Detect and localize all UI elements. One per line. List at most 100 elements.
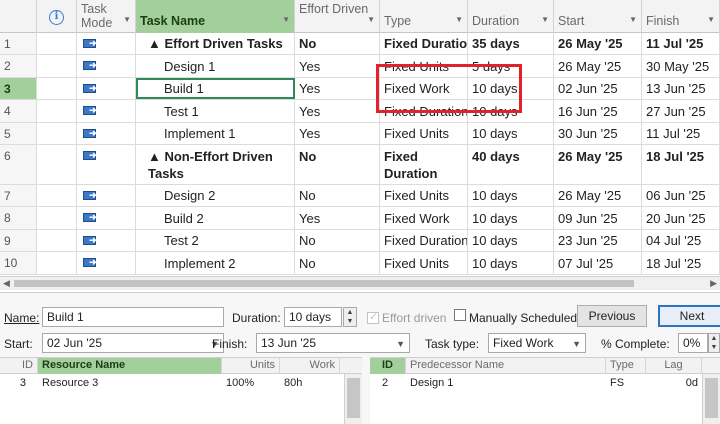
- spin-down-icon[interactable]: ▼: [709, 343, 719, 352]
- task-name-cell[interactable]: Test 2: [136, 230, 295, 251]
- task-duration-cell[interactable]: 10 days: [468, 207, 554, 229]
- scrollbar-thumb[interactable]: [14, 280, 634, 287]
- task-duration-cell[interactable]: 10 days: [468, 230, 554, 251]
- next-button[interactable]: Next: [658, 305, 720, 327]
- chevron-down-icon[interactable]: ▼: [396, 337, 405, 351]
- scroll-left-icon[interactable]: ◀: [3, 278, 10, 289]
- chevron-down-icon[interactable]: ▼: [123, 13, 131, 27]
- header-task-mode[interactable]: Task Mode ▼: [77, 0, 136, 33]
- row-number[interactable]: 9: [0, 230, 37, 251]
- task-row[interactable]: 2 ➜ Design 1 Yes Fixed Units 5 days 26 May '25…: [0, 55, 720, 78]
- task-type-cell[interactable]: Fixed Units: [380, 55, 468, 77]
- task-duration-cell[interactable]: 35 days: [468, 33, 554, 54]
- task-duration-cell[interactable]: 10 days: [468, 123, 554, 144]
- task-row[interactable]: 8 ➜ Build 2 Yes Fixed Work 10 days 09 Jun '25 2…: [0, 207, 720, 230]
- task-finish-cell[interactable]: 27 Jun '25: [642, 100, 720, 122]
- task-row[interactable]: 10 ➜ Implement 2 No Fixed Units 10 days 07 Jul…: [0, 252, 720, 275]
- previous-button[interactable]: Previous: [577, 305, 647, 327]
- chevron-down-icon[interactable]: ▼: [541, 13, 549, 27]
- task-mode-cell[interactable]: ➜: [77, 123, 136, 144]
- task-duration-cell[interactable]: 10 days: [468, 252, 554, 274]
- header-row-number[interactable]: [0, 0, 37, 33]
- task-row[interactable]: 1 ➜ ▲ Effort Driven Tasks No Fixed Duration 3…: [0, 33, 720, 55]
- header-finish[interactable]: Finish ▼: [642, 0, 720, 33]
- percent-complete-input[interactable]: 0%: [678, 333, 708, 353]
- scrollbar-thumb[interactable]: [347, 378, 360, 418]
- task-start-cell[interactable]: 26 May '25: [554, 145, 642, 184]
- task-start-cell[interactable]: 30 Jun '25: [554, 123, 642, 144]
- chevron-down-icon[interactable]: ▼: [367, 13, 375, 27]
- task-effort-cell[interactable]: Yes: [295, 78, 380, 99]
- task-effort-cell[interactable]: No: [295, 185, 380, 206]
- task-duration-cell[interactable]: 10 days: [468, 100, 554, 122]
- task-effort-cell[interactable]: Yes: [295, 55, 380, 77]
- row-number[interactable]: 6: [0, 145, 37, 184]
- task-start-cell[interactable]: 16 Jun '25: [554, 100, 642, 122]
- task-row[interactable]: 6 ➜ ▲ Non-Effort Driven Tasks No Fixed Durat…: [0, 145, 720, 185]
- task-effort-cell[interactable]: Yes: [295, 123, 380, 144]
- task-finish-cell[interactable]: 18 Jul '25: [642, 145, 720, 184]
- task-finish-cell[interactable]: 30 May '25: [642, 55, 720, 77]
- task-start-cell[interactable]: 02 Jun '25: [554, 78, 642, 99]
- task-name-cell[interactable]: Implement 2: [136, 252, 295, 274]
- header-task-name[interactable]: Task Name ▼: [136, 0, 295, 33]
- task-duration-cell[interactable]: 5 days: [468, 55, 554, 77]
- header-type[interactable]: Type ▼: [380, 0, 468, 33]
- task-name-cell[interactable]: ▲ Effort Driven Tasks: [136, 33, 295, 54]
- duration-input[interactable]: 10 days: [284, 307, 342, 327]
- task-type-cell[interactable]: Fixed Work: [380, 78, 468, 99]
- task-effort-cell[interactable]: Yes: [295, 100, 380, 122]
- task-row[interactable]: 7 ➜ Design 2 No Fixed Units 10 days 26 May '25…: [0, 185, 720, 207]
- duration-stepper[interactable]: ▲ ▼: [343, 307, 357, 327]
- finish-date-picker[interactable]: 13 Jun '25 ▼: [256, 333, 410, 353]
- chevron-down-icon[interactable]: ▼: [707, 13, 715, 27]
- task-mode-cell[interactable]: ➜: [77, 145, 136, 184]
- task-type-cell[interactable]: Fixed Duration: [380, 33, 468, 54]
- row-number[interactable]: 3: [0, 78, 37, 99]
- task-effort-cell[interactable]: No: [295, 252, 380, 274]
- predecessor-name[interactable]: Design 1: [406, 376, 602, 392]
- predecessor-lag[interactable]: 0d: [646, 376, 702, 392]
- task-duration-cell[interactable]: 40 days: [468, 145, 554, 184]
- start-date-picker[interactable]: 02 Jun '25 ▼: [42, 333, 224, 353]
- task-name-cell[interactable]: Design 2: [136, 185, 295, 206]
- task-mode-cell[interactable]: ➜: [77, 100, 136, 122]
- task-effort-cell[interactable]: No: [295, 33, 380, 54]
- task-start-cell[interactable]: 23 Jun '25: [554, 230, 642, 251]
- chevron-down-icon[interactable]: ▼: [572, 337, 581, 351]
- task-type-cell[interactable]: Fixed Units: [380, 185, 468, 206]
- resources-scrollbar[interactable]: [344, 374, 362, 424]
- effort-driven-checkbox[interactable]: [367, 310, 379, 324]
- task-finish-cell[interactable]: 04 Jul '25: [642, 230, 720, 251]
- spin-down-icon[interactable]: ▼: [344, 317, 356, 326]
- task-mode-cell[interactable]: ➜: [77, 252, 136, 274]
- spin-up-icon[interactable]: ▲: [709, 334, 719, 343]
- task-mode-cell[interactable]: ➜: [77, 78, 136, 99]
- scrollbar-thumb[interactable]: [705, 378, 718, 418]
- task-mode-cell[interactable]: ➜: [77, 185, 136, 206]
- task-start-cell[interactable]: 26 May '25: [554, 33, 642, 54]
- header-indicators[interactable]: i: [37, 0, 77, 33]
- resource-units[interactable]: 100%: [222, 376, 278, 392]
- resource-work[interactable]: 80h: [280, 376, 336, 392]
- task-start-cell[interactable]: 09 Jun '25: [554, 207, 642, 229]
- task-name-cell[interactable]: ▲ Non-Effort Driven Tasks: [136, 145, 295, 184]
- predecessors-scrollbar[interactable]: [702, 374, 720, 424]
- spin-up-icon[interactable]: ▲: [344, 308, 356, 317]
- task-duration-cell[interactable]: 10 days: [468, 185, 554, 206]
- task-name-cell[interactable]: Implement 1: [136, 123, 295, 144]
- row-number[interactable]: 10: [0, 252, 37, 274]
- name-input[interactable]: Build 1: [42, 307, 224, 327]
- resource-name[interactable]: Resource 3: [38, 376, 218, 392]
- chevron-down-icon[interactable]: ▼: [629, 13, 637, 27]
- task-finish-cell[interactable]: 11 Jul '25: [642, 33, 720, 54]
- task-type-cell[interactable]: Fixed Work: [380, 207, 468, 229]
- task-finish-cell[interactable]: 18 Jul '25: [642, 252, 720, 274]
- task-row[interactable]: 4 ➜ Test 1 Yes Fixed Duration 10 days 16 Jun '…: [0, 100, 720, 123]
- task-type-cell[interactable]: Fixed Duration: [380, 100, 468, 122]
- task-row[interactable]: 5 ➜ Implement 1 Yes Fixed Units 10 days 30 Jun…: [0, 123, 720, 145]
- row-number[interactable]: 7: [0, 185, 37, 206]
- task-start-cell[interactable]: 07 Jul '25: [554, 252, 642, 274]
- task-start-cell[interactable]: 26 May '25: [554, 185, 642, 206]
- task-mode-cell[interactable]: ➜: [77, 230, 136, 251]
